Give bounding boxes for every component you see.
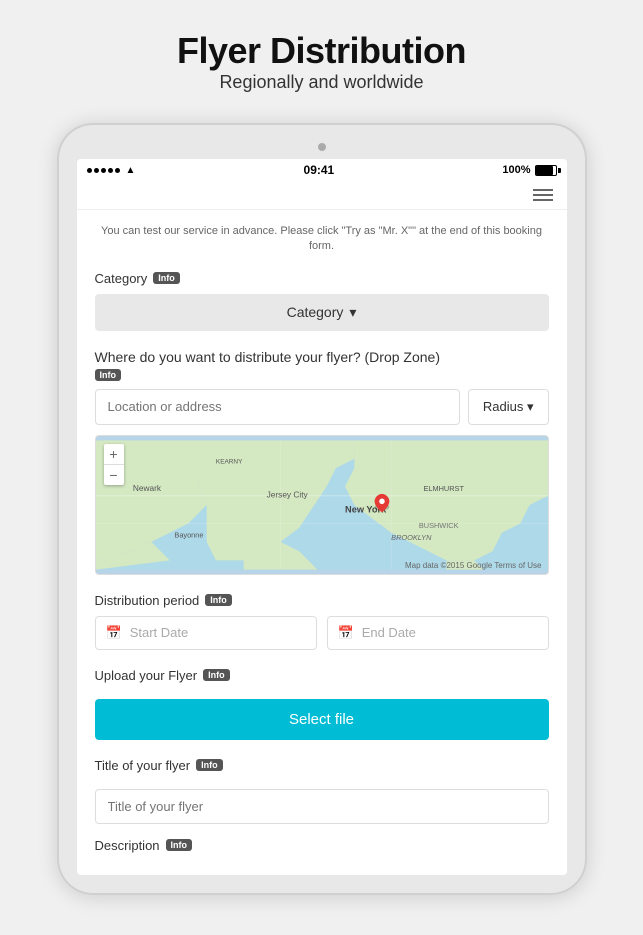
start-calendar-icon: 📅 [106, 625, 122, 641]
distribution-section-label: Distribution period Info [95, 593, 549, 608]
svg-text:ELMHURST: ELMHURST [423, 484, 464, 493]
hamburger-line-2 [533, 194, 553, 196]
period-row: 📅 Start Date 📅 End Date [95, 616, 549, 650]
dropzone-info-badge: Info [95, 369, 122, 381]
description-info-badge: Info [166, 839, 193, 851]
radius-arrow: ▾ [527, 399, 534, 414]
location-input[interactable] [95, 389, 460, 425]
zoom-out-button[interactable]: − [104, 465, 124, 485]
ios-screen: ▲ 09:41 100% [77, 159, 567, 875]
svg-text:KEARNY: KEARNY [215, 458, 242, 465]
hamburger-line-1 [533, 189, 553, 191]
page-wrapper: Flyer Distribution Regionally and worldw… [57, 30, 587, 895]
flyer-title-section-label: Title of your flyer Info [95, 758, 549, 773]
tablet-camera [318, 143, 326, 151]
status-time: 09:41 [304, 163, 335, 177]
map-svg: Newark Jersey City New York ELMHURST BUS… [96, 436, 548, 574]
end-date-wrapper[interactable]: 📅 End Date [327, 616, 549, 650]
nav-bar [77, 181, 567, 210]
map-attribution: Map data ©2015 Google Terms of Use [405, 561, 542, 570]
signal-dot-3 [101, 168, 106, 173]
radius-label: Radius [483, 399, 523, 414]
category-dropdown-arrow: ▾ [349, 304, 356, 321]
dropzone-section-label: Where do you want to distribute your fly… [95, 349, 549, 365]
category-section-label: Category Info [95, 271, 549, 286]
status-bar: ▲ 09:41 100% [77, 159, 567, 181]
signal-dot-2 [94, 168, 99, 173]
page-subtitle: Regionally and worldwide [57, 72, 587, 93]
dropzone-info-row: Info [95, 369, 549, 381]
distribution-label-text: Distribution period [95, 593, 200, 608]
category-dropdown[interactable]: Category ▾ [95, 294, 549, 331]
radius-button[interactable]: Radius ▾ [468, 389, 549, 425]
signal-dots [87, 168, 120, 173]
start-date-wrapper[interactable]: 📅 Start Date [95, 616, 317, 650]
category-info-badge: Info [153, 272, 180, 284]
description-section-label: Description Info [95, 838, 549, 853]
upload-label-text: Upload your Flyer [95, 668, 198, 683]
page-title: Flyer Distribution [57, 30, 587, 72]
dropzone-label-text: Where do you want to distribute your fly… [95, 349, 441, 365]
battery-percent: 100% [502, 164, 530, 176]
wifi-icon: ▲ [126, 165, 136, 176]
zoom-in-button[interactable]: + [104, 444, 124, 464]
end-date-placeholder: End Date [362, 625, 416, 640]
category-dropdown-label: Category [287, 304, 344, 320]
select-file-button[interactable]: Select file [95, 699, 549, 740]
signal-dot-5 [115, 168, 120, 173]
description-label-text: Description [95, 838, 160, 853]
flyer-title-label-text: Title of your flyer [95, 758, 191, 773]
map-container[interactable]: Newark Jersey City New York ELMHURST BUS… [95, 435, 549, 575]
signal-dot-1 [87, 168, 92, 173]
signal-area: ▲ [87, 165, 136, 176]
flyer-title-info-badge: Info [196, 759, 223, 771]
svg-text:BROOKLYN: BROOKLYN [391, 533, 432, 542]
signal-dot-4 [108, 168, 113, 173]
tablet-frame: ▲ 09:41 100% [57, 123, 587, 895]
location-row: Radius ▾ [95, 389, 549, 425]
info-message: You can test our service in advance. Ple… [95, 224, 549, 255]
hamburger-line-3 [533, 199, 553, 201]
upload-section-label: Upload your Flyer Info [95, 668, 549, 683]
category-label-text: Category [95, 271, 148, 286]
svg-text:Bayonne: Bayonne [174, 530, 203, 539]
menu-button[interactable] [533, 189, 553, 201]
battery-fill [536, 166, 553, 175]
upload-info-badge: Info [203, 669, 230, 681]
svg-text:Jersey City: Jersey City [266, 489, 308, 499]
page-header: Flyer Distribution Regionally and worldw… [57, 30, 587, 93]
svg-text:BUSHWICK: BUSHWICK [418, 521, 458, 530]
main-content: You can test our service in advance. Ple… [77, 210, 567, 875]
map-zoom-controls: + − [104, 444, 124, 485]
battery-area: 100% [502, 164, 556, 176]
svg-text:Newark: Newark [132, 483, 161, 493]
start-date-placeholder: Start Date [130, 625, 189, 640]
battery-icon [535, 165, 557, 176]
end-calendar-icon: 📅 [338, 625, 354, 641]
flyer-title-input[interactable] [95, 789, 549, 824]
distribution-info-badge: Info [205, 594, 232, 606]
